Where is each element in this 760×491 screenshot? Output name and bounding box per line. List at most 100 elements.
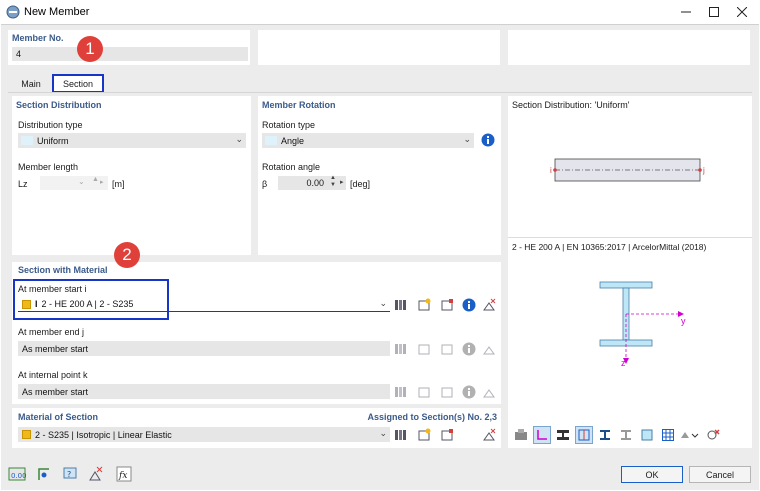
info-icon[interactable]	[461, 341, 477, 357]
rotation-swatch	[265, 136, 277, 145]
member-length-label: Member length	[18, 162, 79, 172]
rotation-angle-label: Rotation angle	[262, 162, 321, 172]
unit-m-label: [m]	[112, 179, 125, 189]
internal-point-select[interactable]: As member start	[18, 384, 390, 399]
new-material-icon[interactable]	[416, 427, 432, 443]
edit-material-icon[interactable]	[439, 427, 455, 443]
rotation-angle-input[interactable]: 0.00 ▲ ▼ ▸	[278, 175, 346, 190]
member-preview-drawing	[553, 158, 702, 182]
member-length-input: ⌄ ▲ ▸	[40, 176, 108, 190]
axis-y-label: y	[681, 316, 686, 326]
preview-panel: Section Distribution: 'Uniform' i j 2 - …	[508, 96, 752, 448]
info-icon[interactable]	[461, 384, 477, 400]
render-dropdown-icon[interactable]	[678, 426, 700, 444]
rotation-type-label: Rotation type	[262, 120, 316, 130]
view-options-icon[interactable]	[512, 426, 530, 444]
new-section-icon[interactable]	[416, 297, 432, 313]
member-start-toolbar	[393, 297, 498, 315]
svg-text:?: ?	[67, 470, 71, 479]
member-end-toolbar	[393, 341, 498, 359]
member-no-input[interactable]: 4	[12, 47, 248, 61]
pick-section-icon[interactable]	[481, 384, 497, 400]
maximize-button[interactable]	[700, 0, 728, 24]
centroid-icon[interactable]	[575, 426, 593, 444]
top-box-middle	[258, 30, 500, 65]
reset-view-icon[interactable]	[704, 426, 722, 444]
rotation-type-select[interactable]: Angle ⌄	[262, 133, 474, 148]
coordinate-icon[interactable]	[36, 466, 54, 482]
distribution-type-label: Distribution type	[18, 120, 83, 130]
assigned-sections-label: Assigned to Section(s) No. 2,3	[367, 412, 497, 422]
edit-section-icon[interactable]	[439, 297, 455, 313]
info-icon[interactable]	[461, 297, 477, 313]
member-no-box: Member No. 4	[8, 30, 250, 65]
pick-icon[interactable]	[88, 466, 106, 482]
preview-toolbar	[512, 426, 748, 444]
internal-point-toolbar	[393, 384, 498, 402]
member-rotation-heading: Member Rotation	[262, 100, 336, 110]
pick-section-icon[interactable]	[481, 297, 497, 313]
lz-label: Lz	[18, 179, 28, 189]
minimize-button[interactable]	[672, 0, 700, 24]
library-icon[interactable]	[393, 427, 409, 443]
unit-deg-label: [deg]	[350, 179, 371, 189]
chevron-down-icon: ⌄	[235, 134, 243, 144]
i-beam-outline-icon[interactable]	[617, 426, 635, 444]
ok-button[interactable]: OK	[621, 466, 683, 483]
member-no-label: Member No.	[12, 33, 64, 43]
rotation-angle-value: 0.00	[306, 178, 324, 188]
library-icon[interactable]	[393, 297, 409, 313]
tab-main[interactable]: Main	[12, 75, 50, 92]
pick-section-icon[interactable]	[481, 341, 497, 357]
member-rotation-panel: Member Rotation Rotation type Angle ⌄ Ro…	[258, 96, 501, 255]
help-icon[interactable]: ?	[62, 466, 80, 482]
callout-badge-1: 1	[77, 36, 103, 62]
distribution-type-value: Uniform	[37, 135, 69, 146]
tab-section[interactable]: Section	[52, 74, 104, 93]
new-section-icon[interactable]	[416, 384, 432, 400]
chevron-down-icon: ⌄	[463, 134, 471, 144]
distribution-swatch	[21, 136, 33, 145]
distribution-type-select[interactable]: Uniform ⌄	[18, 133, 246, 148]
title-bar: New Member	[0, 0, 760, 24]
arrow-right-icon: ▸	[100, 179, 104, 186]
node-i-label: i	[550, 166, 552, 175]
section-with-material-heading: Section with Material	[18, 265, 108, 275]
spinner-icon: ▲	[92, 176, 99, 183]
edit-section-icon[interactable]	[439, 384, 455, 400]
member-end-select[interactable]: As member start	[18, 341, 390, 356]
spinner-icon[interactable]: ▲ ▼	[330, 175, 336, 189]
window-title: New Member	[24, 6, 90, 18]
arrow-right-icon[interactable]: ▸	[340, 178, 344, 186]
new-section-icon[interactable]	[416, 341, 432, 357]
section-view-icon[interactable]	[554, 426, 572, 444]
node-j-label: j	[703, 166, 705, 175]
pick-material-icon[interactable]	[481, 427, 497, 443]
cancel-button[interactable]: Cancel	[689, 466, 751, 483]
section-distribution-panel: Section Distribution Distribution type U…	[12, 96, 251, 255]
dimensions-icon[interactable]	[533, 426, 551, 444]
section-fill-icon[interactable]	[638, 426, 656, 444]
callout-badge-2: 2	[114, 242, 140, 268]
material-select[interactable]: 2 - S235 | Isotropic | Linear Elastic ⌄	[18, 427, 390, 442]
svg-text:fx: fx	[118, 471, 127, 481]
member-end-value: As member start	[22, 343, 89, 354]
info-icon[interactable]	[480, 132, 496, 148]
chevron-down-icon: ⌄	[379, 428, 387, 438]
section-distribution-heading: Section Distribution	[16, 100, 102, 110]
units-icon[interactable]: 0.00	[8, 466, 28, 482]
grid-icon[interactable]	[659, 426, 677, 444]
formula-icon[interactable]: fx	[116, 466, 134, 482]
distribution-preview-title: Section Distribution: 'Uniform'	[512, 100, 630, 110]
rotation-type-value: Angle	[281, 135, 305, 146]
member-end-label: At member end j	[18, 327, 85, 337]
edit-section-icon[interactable]	[439, 341, 455, 357]
library-icon[interactable]	[393, 384, 409, 400]
axis-z-label: z	[621, 358, 626, 368]
i-beam-icon[interactable]	[596, 426, 614, 444]
internal-point-label: At internal point k	[18, 370, 88, 380]
beta-label: β	[262, 179, 268, 189]
app-icon	[6, 5, 20, 19]
close-button[interactable]	[728, 0, 756, 24]
library-icon[interactable]	[393, 341, 409, 357]
